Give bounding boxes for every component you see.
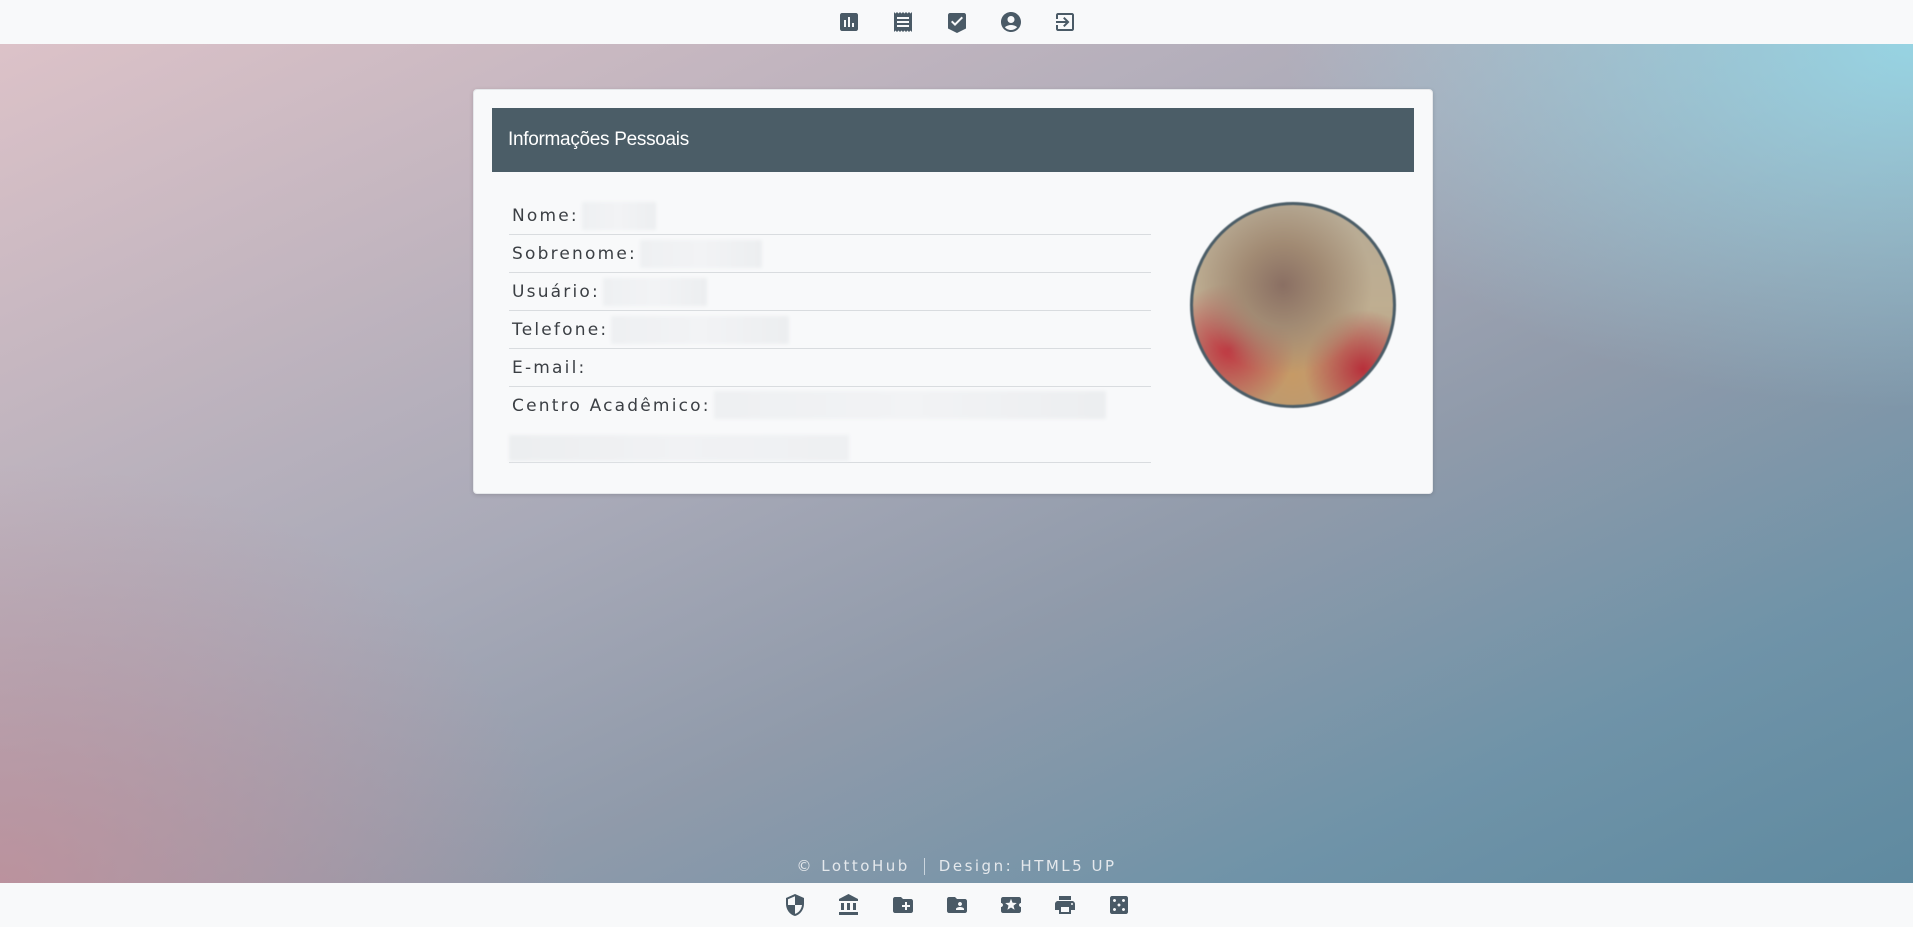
design-credit[interactable]: Design: HTML5 UP <box>939 857 1117 875</box>
redacted-value <box>639 239 762 268</box>
logout-icon[interactable] <box>1053 10 1077 34</box>
info-row-telefone: Telefone: <box>509 311 1151 349</box>
redacted-value <box>509 435 849 461</box>
top-nav <box>0 0 1913 44</box>
redacted-value <box>611 315 790 344</box>
field-label: Usuário: <box>512 281 600 302</box>
redacted-value <box>581 201 656 230</box>
info-row-usuario: Usuário: <box>509 273 1151 311</box>
info-row-centro-academico: Centro Acadêmico: <box>509 387 1151 463</box>
ticket-star-icon[interactable] <box>999 893 1023 917</box>
info-row-email: E-mail: <box>509 349 1151 387</box>
printer-icon[interactable] <box>1053 893 1077 917</box>
redacted-value <box>602 277 707 306</box>
folder-user-icon[interactable] <box>945 893 969 917</box>
bottom-nav <box>0 883 1913 927</box>
field-label: Sobrenome: <box>512 243 637 264</box>
info-row-nome: Nome: <box>509 197 1151 235</box>
copyright-text: © LottoHub <box>796 857 910 875</box>
field-label: Telefone: <box>512 319 609 340</box>
footer-credits: © LottoHub Design: HTML5 UP <box>0 857 1913 875</box>
field-label: Centro Acadêmico: <box>512 396 711 416</box>
field-label: Nome: <box>512 205 579 226</box>
avatar <box>1190 202 1396 408</box>
info-row-sobrenome: Sobrenome: <box>509 235 1151 273</box>
footer-divider <box>923 857 925 875</box>
info-list: Nome: Sobrenome: Usuário: Telefone: E-ma… <box>509 197 1151 463</box>
field-label: E-mail: <box>512 357 587 378</box>
verified-check-icon[interactable] <box>945 10 969 34</box>
card-header: Informações Pessoais <box>492 108 1414 172</box>
account-circle-icon[interactable] <box>999 10 1023 34</box>
redacted-value <box>713 391 1106 419</box>
shield-icon[interactable] <box>783 893 807 917</box>
card-title: Informações Pessoais <box>508 129 689 150</box>
folder-add-icon[interactable] <box>891 893 915 917</box>
bank-icon[interactable] <box>837 893 861 917</box>
receipt-icon[interactable] <box>891 10 915 34</box>
bar-chart-icon[interactable] <box>837 10 861 34</box>
dice-icon[interactable] <box>1107 893 1131 917</box>
personal-info-card: Informações Pessoais Nome: Sobrenome: Us… <box>473 89 1433 494</box>
